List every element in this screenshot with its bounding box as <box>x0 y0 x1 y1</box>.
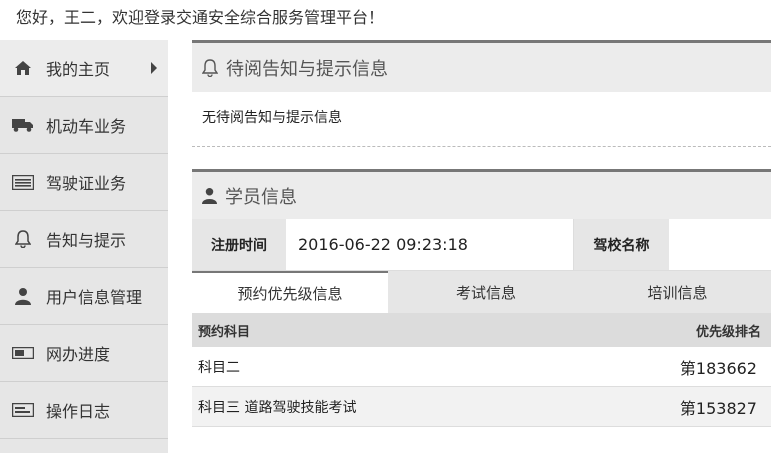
welcome-message: 您好，王二，欢迎登录交通安全综合服务管理平台！ <box>16 8 385 27</box>
rank-cell: 第153827 <box>679 398 757 418</box>
bell-icon <box>10 230 36 248</box>
log-icon <box>10 403 36 417</box>
student-info-row: 注册时间 2016-06-22 09:23:18 驾校名称 <box>192 219 771 271</box>
student-panel-title: 学员信息 <box>225 186 297 208</box>
sidebar-item-label: 机动车业务 <box>46 117 127 136</box>
reg-time-label: 注册时间 <box>192 219 286 270</box>
tab-exam[interactable]: 考试信息 <box>388 271 584 313</box>
rank-cell: 第183662 <box>651 354 771 379</box>
table-row: 科目三 道路驾驶技能考试 第153827 <box>192 387 771 427</box>
school-name-value <box>669 219 771 270</box>
column-header-subject: 预约科目 <box>198 324 251 340</box>
user-icon <box>202 187 217 204</box>
sidebar-item-label: 网办进度 <box>46 345 111 364</box>
license-card-icon <box>10 174 36 190</box>
tab-training[interactable]: 培训信息 <box>584 271 771 313</box>
table-row: 科目二 第183662 <box>192 347 771 387</box>
notice-empty-message: 无待阅告知与提示信息 <box>202 110 342 126</box>
truck-icon <box>10 118 36 132</box>
sidebar-item-vehicle[interactable]: 机动车业务 <box>0 97 168 154</box>
sidebar-item-notice[interactable]: 告知与提示 <box>0 211 168 268</box>
subject-cell: 科目三 道路驾驶技能考试 <box>198 399 357 416</box>
table-header: 预约科目 优先级排名 <box>192 313 771 347</box>
sidebar: 我的主页 机动车业务 驾驶证业务 告知与提示 用户信息管理 网办进度 操作日志 <box>0 40 168 453</box>
tab-priority[interactable]: 预约优先级信息 <box>192 271 388 313</box>
sidebar-item-label: 用户信息管理 <box>46 288 143 307</box>
notice-panel-header: 待阅告知与提示信息 <box>192 40 771 92</box>
sidebar-item-label: 操作日志 <box>46 402 111 421</box>
notice-panel-title: 待阅告知与提示信息 <box>226 58 388 80</box>
sidebar-item-user[interactable]: 用户信息管理 <box>0 268 168 325</box>
progress-icon <box>10 347 36 359</box>
home-icon <box>10 60 36 76</box>
user-icon <box>10 287 36 305</box>
student-panel-header: 学员信息 <box>192 169 771 219</box>
sidebar-item-license[interactable]: 驾驶证业务 <box>0 154 168 211</box>
info-tabs: 预约优先级信息 考试信息 培训信息 <box>192 271 771 313</box>
sidebar-item-label: 我的主页 <box>46 60 111 79</box>
sidebar-item-label: 告知与提示 <box>46 231 127 250</box>
sidebar-item-progress[interactable]: 网办进度 <box>0 325 168 382</box>
reg-time-value: 2016-06-22 09:23:18 <box>286 219 574 270</box>
chevron-right-icon <box>150 59 158 78</box>
sidebar-item-home[interactable]: 我的主页 <box>0 40 168 97</box>
sidebar-item-label: 驾驶证业务 <box>46 174 127 193</box>
main-content: 待阅告知与提示信息 无待阅告知与提示信息 学员信息 注册时间 2016-06-2… <box>192 40 771 453</box>
school-name-label: 驾校名称 <box>574 219 669 270</box>
column-header-rank: 优先级排名 <box>695 324 761 340</box>
sidebar-item-log[interactable]: 操作日志 <box>0 382 168 439</box>
bell-icon <box>202 58 218 77</box>
subject-cell: 科目二 <box>198 359 240 376</box>
